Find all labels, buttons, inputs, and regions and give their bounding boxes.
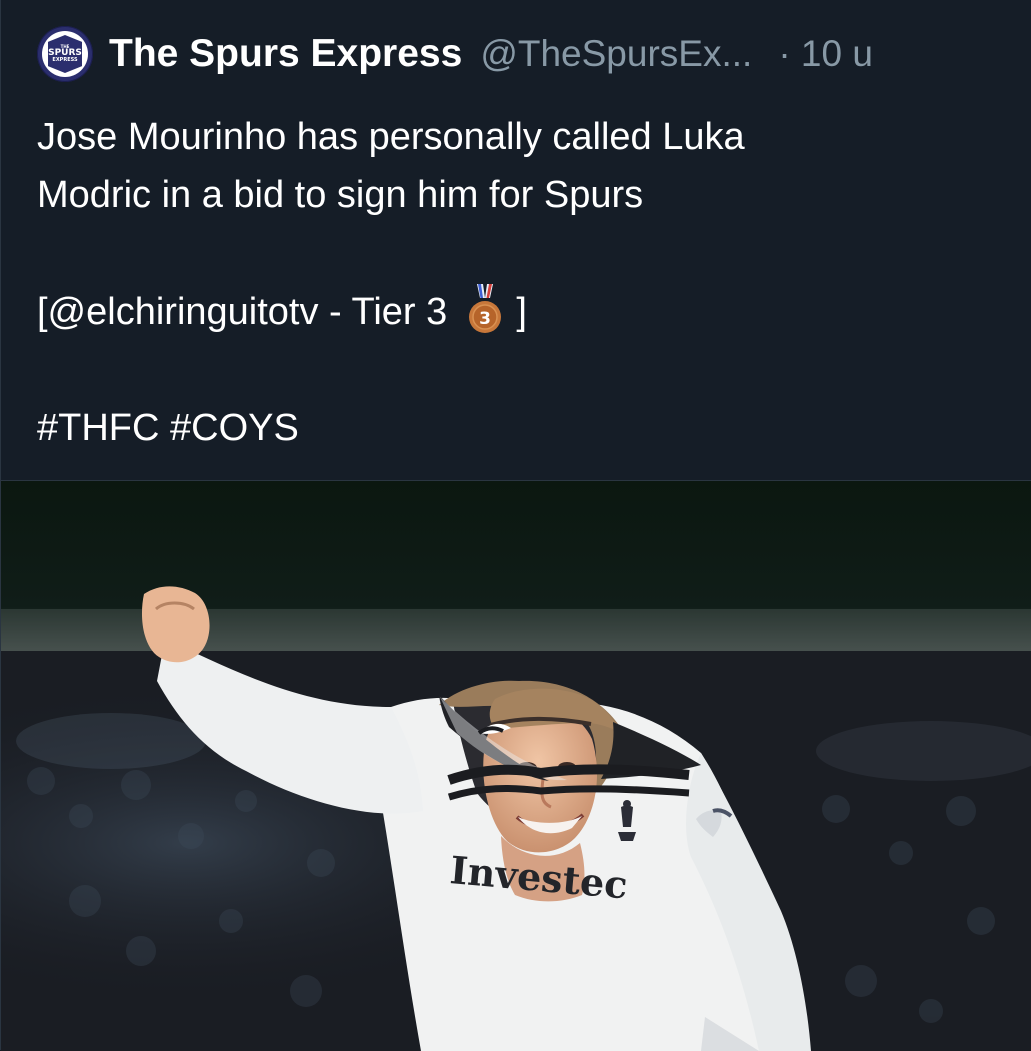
tweet-text-line: Jose Mourinho has personally called Luka [37, 116, 745, 158]
svg-text:3: 3 [479, 309, 491, 329]
player-photo-image: Investec [1, 481, 1031, 1051]
tweet-source-prefix: [@elchiringuitotv - Tier 3 [37, 291, 448, 333]
tweet-source-line: [@elchiringuitotv - Tier 3 3 ] [37, 282, 987, 341]
tweet-hashtags[interactable]: #THFC #COYS [37, 399, 987, 457]
tweet-header: THE SPURS EXPRESS The Spurs Express @The… [37, 22, 1007, 86]
author-handle[interactable]: @TheSpursEx... [480, 33, 752, 75]
tweet-source-suffix: ] [516, 291, 527, 333]
author-display-name[interactable]: The Spurs Express [109, 32, 462, 76]
bronze-medal-3-icon: 3 [468, 284, 501, 333]
avatar[interactable]: THE SPURS EXPRESS [37, 26, 93, 82]
spurs-express-logo-icon: THE SPURS EXPRESS [48, 35, 82, 73]
tweet-photo[interactable]: Investec [1, 480, 1031, 1051]
avatar-ring: THE SPURS EXPRESS [42, 31, 88, 77]
tweet-text-line: Modric in a bid to sign him for Spurs [37, 174, 644, 216]
tweet-body: Jose Mourinho has personally called Luka… [37, 108, 987, 457]
tweet-card[interactable]: THE SPURS EXPRESS The Spurs Express @The… [0, 0, 1031, 1051]
tweet-timestamp[interactable]: · 10 u [778, 33, 873, 75]
avatar-logo-bottom: EXPRESS [52, 57, 78, 63]
